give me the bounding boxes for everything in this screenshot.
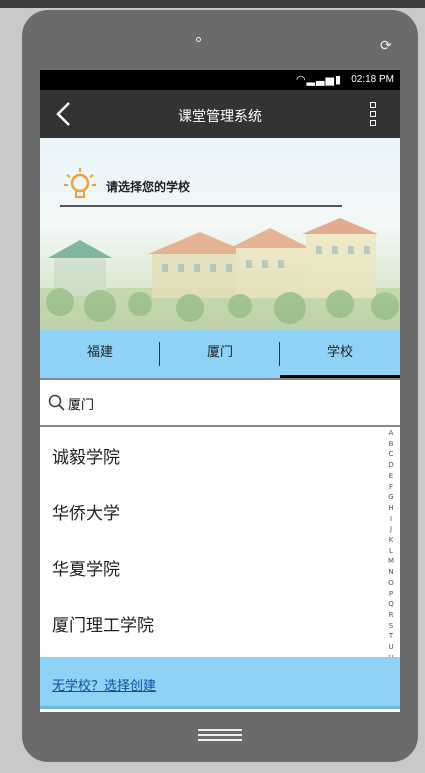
prompt-underline	[60, 205, 342, 207]
index-letter[interactable]: R	[384, 610, 398, 621]
index-letter[interactable]: C	[384, 449, 398, 460]
search-input[interactable]	[68, 392, 368, 414]
index-letter[interactable]: F	[384, 482, 398, 493]
index-letter[interactable]: L	[384, 546, 398, 557]
create-school-bar: 无学校？选择创建	[40, 657, 400, 709]
index-letter[interactable]: K	[384, 535, 398, 546]
battery-icon: ▮	[334, 73, 342, 86]
search-bar	[40, 378, 400, 427]
index-letter[interactable]: E	[384, 471, 398, 482]
index-letter[interactable]: H	[384, 503, 398, 514]
tab-city[interactable]: 厦门	[160, 330, 280, 378]
app-bar: 课堂管理系统	[40, 90, 400, 138]
window-top-strip	[0, 0, 425, 8]
select-school-prompt: 请选择您的学校	[106, 180, 191, 194]
list-item[interactable]: 华夏学院	[40, 539, 386, 595]
home-button[interactable]	[198, 729, 242, 741]
page-title: 课堂管理系统	[178, 109, 262, 125]
wifi-icon: ◠	[295, 73, 307, 86]
app-screen: ◠▂▃▅▮ 02:18 PM 课堂管理系统 请选择您的学校 福建 厦门 学校 厦…	[40, 70, 400, 712]
index-letter[interactable]: D	[384, 460, 398, 471]
status-bar: ◠▂▃▅▮ 02:18 PM	[40, 70, 400, 90]
index-letter[interactable]: B	[384, 439, 398, 450]
lightbulb-icon	[64, 168, 96, 198]
campus-illustration	[40, 218, 400, 330]
create-school-link[interactable]: 无学校？选择创建	[52, 675, 156, 694]
region-tabs: 福建 厦门 学校	[40, 330, 400, 378]
index-letter[interactable]: I	[384, 514, 398, 525]
index-letter[interactable]: O	[384, 578, 398, 589]
alphabet-index[interactable]: ABCDEFGHIJKLMNOPQRSTUVWXY	[384, 428, 398, 696]
index-letter[interactable]: A	[384, 428, 398, 439]
index-letter[interactable]: J	[384, 524, 398, 535]
index-letter[interactable]: Q	[384, 599, 398, 610]
index-letter[interactable]: P	[384, 589, 398, 600]
tab-school[interactable]: 学校	[280, 330, 400, 378]
status-icons: ◠▂▃▅▮	[296, 73, 342, 86]
index-letter[interactable]: M	[384, 556, 398, 567]
overflow-menu-icon[interactable]	[370, 102, 378, 126]
list-item[interactable]: 诚毅学院	[40, 427, 386, 483]
index-letter[interactable]: U	[384, 642, 398, 653]
index-letter[interactable]: G	[384, 492, 398, 503]
signal-icon: ▂▃▅	[306, 73, 335, 86]
index-letter[interactable]: S	[384, 621, 398, 632]
school-banner: 请选择您的学校	[40, 138, 400, 330]
rotate-icon[interactable]: ⟳	[380, 39, 392, 53]
list-item[interactable]: 华侨大学	[40, 483, 386, 539]
school-list: 诚毅学院 华侨大学 华夏学院 厦门理工学院	[40, 427, 386, 651]
search-icon	[48, 394, 65, 411]
status-time: 02:18 PM	[351, 74, 394, 85]
tab-province[interactable]: 福建	[40, 330, 160, 378]
index-letter[interactable]: N	[384, 567, 398, 578]
camera-dot	[196, 37, 201, 42]
index-letter[interactable]: T	[384, 631, 398, 642]
list-item[interactable]: 厦门理工学院	[40, 595, 386, 651]
